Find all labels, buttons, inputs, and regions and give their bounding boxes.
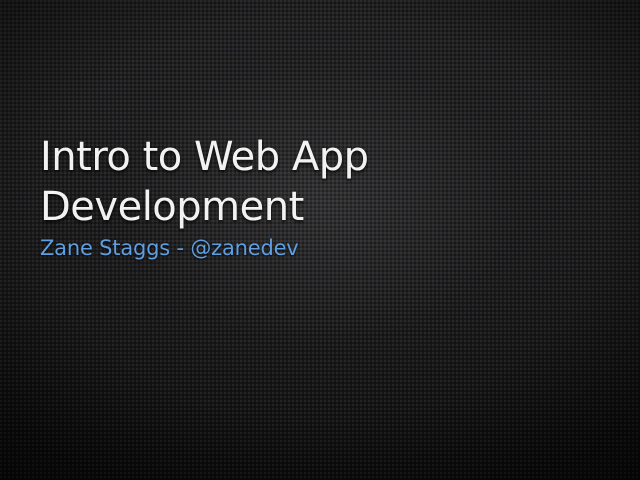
presentation-slide: Intro to Web App Development Zane Staggs…: [0, 0, 640, 480]
slide-title: Intro to Web App Development: [40, 134, 369, 230]
slide-subtitle: Zane Staggs - @zanedev: [40, 236, 299, 260]
slide-content: Intro to Web App Development Zane Staggs…: [40, 132, 600, 262]
